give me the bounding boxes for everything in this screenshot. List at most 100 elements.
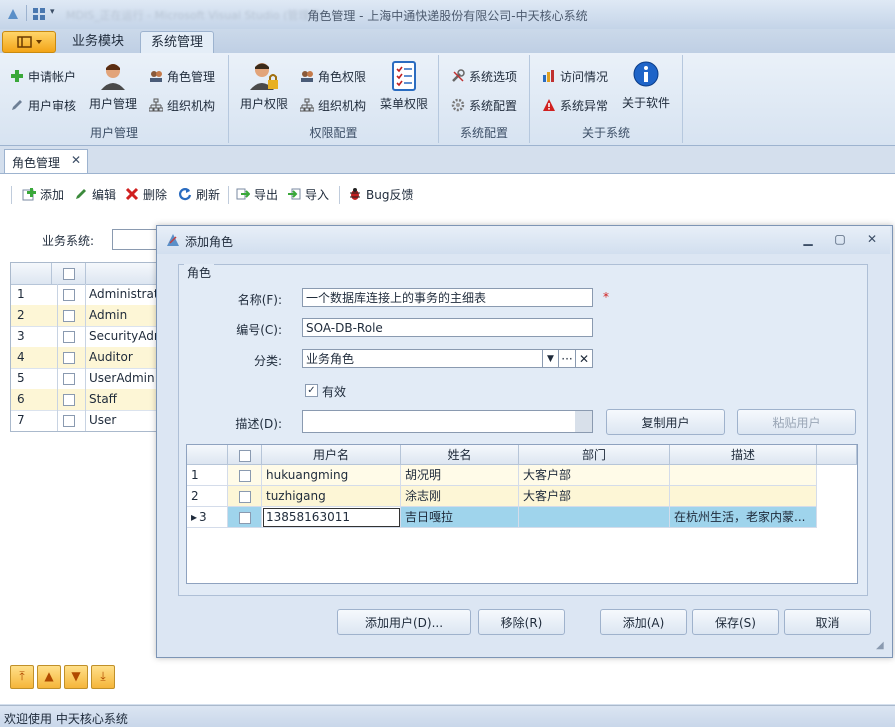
name-input[interactable]: 一个数据库连接上的事务的主细表 (302, 288, 593, 307)
app-menu-button[interactable] (2, 31, 56, 53)
description-cell[interactable] (670, 486, 817, 507)
col-header-department[interactable]: 部门 (519, 445, 670, 465)
fullname-cell[interactable]: 涂志刚 (401, 486, 519, 507)
category-label: 分类: (253, 354, 282, 368)
system-options-button[interactable]: 系统选项 (451, 68, 517, 85)
org-button[interactable]: 组织机构 (148, 97, 215, 114)
user-permission-button[interactable]: 用户权限 (238, 60, 290, 112)
row-checkbox[interactable] (63, 373, 75, 385)
row-checkbox[interactable] (63, 310, 75, 322)
export-button[interactable]: 导出 (236, 186, 278, 203)
department-cell[interactable]: 大客户部 (519, 465, 670, 486)
table-row[interactable]: 1 hukuangming 胡况明 大客户部 (187, 465, 817, 486)
resize-grip-icon[interactable]: ◢ (876, 640, 884, 651)
valid-label: 有效 (322, 385, 347, 399)
username-cell[interactable]: 13858163011 (262, 507, 401, 528)
copy-users-button[interactable]: 复制用户 (606, 409, 725, 435)
menu-permission-button[interactable]: 菜单权限 (377, 60, 431, 112)
col-header-name[interactable]: 姓名 (401, 445, 519, 465)
row-number[interactable]: 1 (187, 465, 228, 486)
row-checkbox[interactable] (239, 512, 251, 524)
current-row-indicator-icon: ▸ (191, 510, 198, 524)
system-config-label: 系统配置 (469, 99, 518, 113)
description-scrollbar[interactable] (575, 411, 592, 432)
about-software-button[interactable]: 关于软件 (620, 60, 672, 111)
apply-account-button[interactable]: 申请帐户 (10, 68, 76, 85)
row-checkbox[interactable] (239, 491, 251, 503)
department-cell[interactable] (519, 507, 670, 528)
table-row[interactable]: 5 UserAdmin (11, 368, 161, 390)
table-row[interactable]: 2 tuzhigang 涂志刚 大客户部 (187, 486, 817, 507)
tab-business-module[interactable]: 业务模块 (62, 31, 134, 53)
table-row[interactable]: 7 User (11, 410, 161, 431)
user-audit-button[interactable]: 用户审核 (10, 97, 76, 114)
description-input[interactable] (302, 410, 593, 433)
add-button[interactable]: 添加 (22, 186, 64, 203)
category-select[interactable]: 业务角色 (302, 349, 543, 368)
category-more-icon[interactable]: ··· (558, 349, 576, 368)
doc-tab-role-management[interactable]: 角色管理 ✕ (4, 149, 88, 174)
maximize-icon[interactable]: ▢ (833, 232, 847, 246)
row-checkbox[interactable] (239, 470, 251, 482)
org-permission-button[interactable]: 组织机构 (299, 97, 366, 114)
user-manage-button[interactable]: 用户管理 (89, 60, 137, 112)
group-label: 系统配置 (459, 126, 508, 140)
category-dropdown-icon[interactable]: ▼ (542, 349, 559, 368)
add-user-button[interactable]: 添加用户(D)... (337, 609, 471, 635)
department-cell[interactable]: 大客户部 (519, 486, 670, 507)
col-header-username[interactable]: 用户名 (262, 445, 401, 465)
username-cell-text: 13858163011 (266, 510, 350, 524)
tab-system-management[interactable]: 系统管理 (140, 31, 215, 54)
username-cell[interactable]: hukuangming (262, 465, 401, 486)
save-button[interactable]: 保存(S) (692, 609, 779, 635)
move-top-button[interactable]: ⤒ (10, 665, 34, 689)
system-errors-button[interactable]: 系统异常 (542, 97, 608, 114)
table-row[interactable]: 3SecurityAdmin (11, 326, 161, 348)
business-system-select[interactable] (112, 229, 160, 250)
fullname-cell[interactable]: 吉日嘎拉 (401, 507, 519, 528)
row-checkbox[interactable] (63, 289, 75, 301)
bug-report-button[interactable]: Bug反馈 (348, 186, 413, 203)
valid-checkbox[interactable]: ✓ (305, 384, 318, 397)
table-row[interactable]: 4 Auditor (11, 347, 161, 369)
row-checkbox[interactable] (63, 415, 75, 427)
import-button[interactable]: 导入 (287, 186, 329, 203)
move-bottom-button[interactable]: ⤓ (91, 665, 115, 689)
row-checkbox[interactable] (63, 394, 75, 406)
username-cell[interactable]: tuzhigang (262, 486, 401, 507)
role-permission-button[interactable]: 角色权限 (300, 68, 366, 85)
visits-button[interactable]: 访问情况 (542, 68, 608, 85)
fullname-cell[interactable]: 胡况明 (401, 465, 519, 486)
paste-users-button[interactable]: 粘贴用户 (737, 409, 856, 435)
table-row[interactable]: ▸ 3 13858163011 吉日嘎拉 在杭州生活，老家内蒙... (187, 507, 817, 528)
col-header-description[interactable]: 描述 (670, 445, 817, 465)
role-manage-button[interactable]: 角色管理 (149, 68, 215, 85)
table-row[interactable]: 1Administrator (11, 284, 161, 306)
dialog-add-button[interactable]: 添加(A) (600, 609, 687, 635)
remove-button[interactable]: 移除(R) (478, 609, 565, 635)
move-down-button[interactable]: ▼ (64, 665, 88, 689)
row-checkbox[interactable] (63, 331, 75, 343)
description-cell[interactable]: 在杭州生活，老家内蒙... (670, 507, 817, 528)
group-label: 用户管理 (89, 126, 138, 140)
row-number[interactable]: 2 (187, 486, 228, 507)
table-row[interactable]: 2 Admin (11, 305, 161, 327)
add-label: 添加 (40, 188, 65, 202)
refresh-button[interactable]: 刷新 (178, 186, 220, 203)
select-all-checkbox[interactable] (63, 268, 75, 280)
cancel-button[interactable]: 取消 (784, 609, 871, 635)
row-checkbox[interactable] (63, 352, 75, 364)
row-number[interactable]: ▸ 3 (187, 507, 228, 528)
table-row[interactable]: 6 Staff (11, 389, 161, 411)
system-config-button[interactable]: 系统配置 (451, 97, 517, 114)
minimize-icon[interactable]: ▁ (801, 232, 815, 246)
description-cell[interactable] (670, 465, 817, 486)
delete-button[interactable]: 删除 (125, 186, 167, 203)
move-up-button[interactable]: ▲ (37, 665, 61, 689)
category-clear-icon[interactable]: ✕ (575, 349, 593, 368)
code-input[interactable]: SOA-DB-Role (302, 318, 593, 337)
select-all-checkbox[interactable] (239, 450, 251, 462)
close-icon[interactable]: ✕ (865, 232, 879, 246)
edit-button[interactable]: 编辑 (74, 186, 116, 203)
close-icon[interactable]: ✕ (71, 153, 81, 167)
